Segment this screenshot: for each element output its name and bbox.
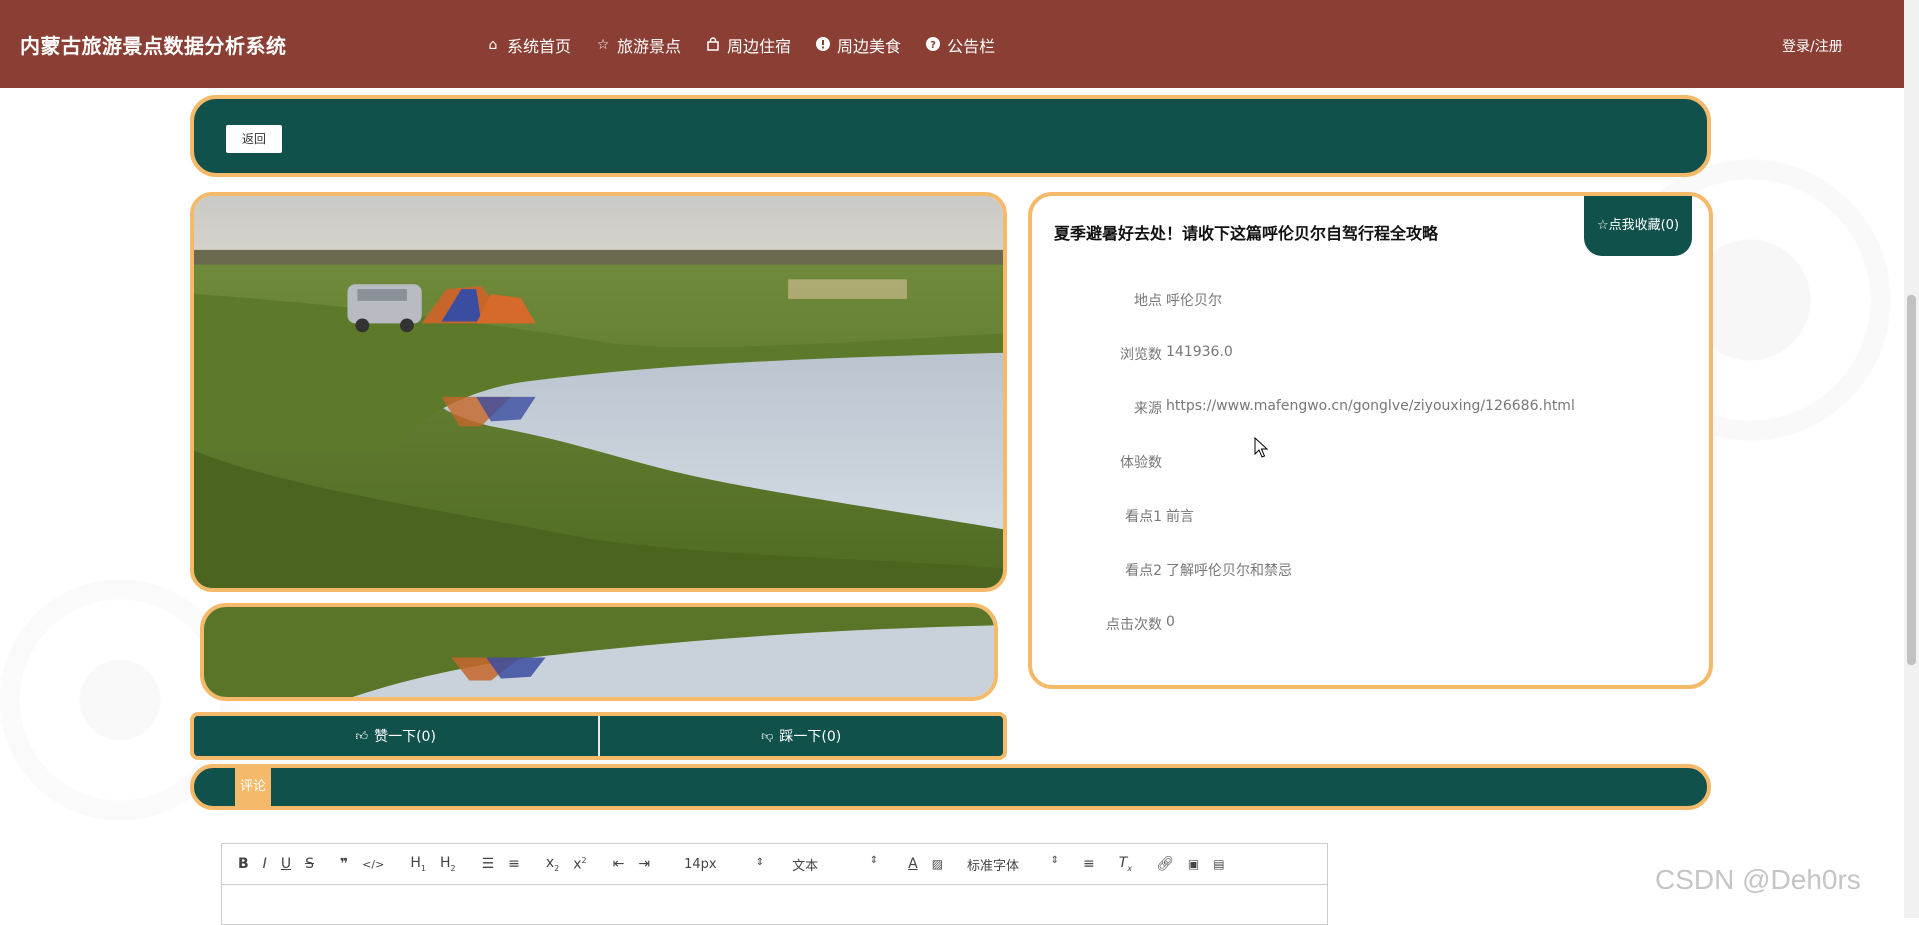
comment-section-bar: 评论	[190, 764, 1711, 810]
font-color-icon[interactable]: A	[908, 856, 918, 872]
block-type-value: 文本	[792, 858, 819, 874]
favorite-button[interactable]: ☆点我收藏(0)	[1584, 196, 1692, 256]
info-value: 了解呼伦贝尔和禁忌	[1166, 563, 1292, 579]
dislike-label: 踩一下(0)	[779, 729, 842, 745]
reflection-photo	[204, 607, 994, 697]
csdn-watermark: CSDN @Deh0rs	[1655, 864, 1861, 895]
info-label: 看点1	[1125, 509, 1162, 525]
nav-food-label: 周边美食	[837, 37, 902, 56]
nav-home-label: 系统首页	[507, 37, 572, 56]
font-size-value: 14px	[684, 856, 717, 872]
info-row-clicks: 点击次数 0	[1032, 614, 1672, 634]
info-row-source: 来源 https://www.mafengwo.cn/gonglve/ziyou…	[1032, 398, 1672, 418]
heading1-icon[interactable]: H1	[410, 855, 426, 873]
select-arrows-icon: ⇕	[755, 856, 765, 868]
alert-icon	[815, 37, 831, 53]
select-arrows-icon: ⇕	[1050, 854, 1060, 866]
outdent-icon[interactable]: ⇤	[613, 856, 625, 872]
superscript-icon[interactable]: x2	[573, 856, 586, 873]
blockquote-icon[interactable]: ❞	[340, 856, 348, 872]
background-color-icon[interactable]: ▨	[932, 857, 943, 871]
select-arrows-icon: ⇕	[869, 854, 879, 866]
block-type-select[interactable]: 文本 ⇕	[792, 855, 878, 874]
subscript-icon[interactable]: x2	[546, 855, 559, 873]
source-link[interactable]: https://www.mafengwo.cn/gonglve/ziyouxin…	[1166, 398, 1575, 414]
thumbs-down-icon: 👎︎	[761, 728, 774, 743]
grassland-lake-photo	[194, 196, 1003, 588]
like-label: 赞一下(0)	[374, 729, 436, 745]
link-icon[interactable]: 🔗︎	[1156, 856, 1174, 872]
top-navbar: 内蒙古旅游景点数据分析系统 ⌂ 系统首页 ☆ 旅游景点 周边住宿 周边美食 ? …	[0, 0, 1904, 88]
info-label: 地点	[1134, 293, 1162, 309]
info-label: 点击次数	[1106, 617, 1162, 633]
indent-icon[interactable]: ⇥	[638, 856, 650, 872]
code-block-icon[interactable]: </>	[362, 858, 384, 871]
font-family-select[interactable]: 标准字体 ⇕	[967, 855, 1059, 874]
image-icon[interactable]: ▣	[1188, 857, 1199, 871]
strikethrough-icon[interactable]: S	[305, 856, 314, 872]
thumbs-up-icon: 👍︎	[355, 728, 369, 743]
video-icon[interactable]: ▤	[1213, 857, 1224, 871]
scrollbar-thumb[interactable]	[1907, 295, 1916, 665]
info-value: 141936.0	[1166, 344, 1233, 360]
attraction-main-image	[190, 192, 1007, 592]
italic-icon[interactable]: I	[263, 856, 267, 872]
nav-notice-label: 公告栏	[947, 37, 996, 56]
bold-icon[interactable]: B	[238, 856, 249, 872]
nav-attractions-label: 旅游景点	[617, 37, 682, 56]
nav-attractions[interactable]: ☆ 旅游景点	[595, 33, 681, 57]
editor-toolbar: B I U S ❞ </> H1 H2 ☰ ≡ x2 x2 ⇤ ⇥ 14px ⇕…	[222, 844, 1327, 885]
site-title: 内蒙古旅游景点数据分析系统	[20, 34, 287, 58]
info-value: 0	[1166, 614, 1175, 630]
font-size-select[interactable]: 14px ⇕	[684, 857, 764, 872]
login-register-link[interactable]: 登录/注册	[1782, 36, 1843, 56]
clear-format-icon[interactable]: Tx	[1119, 855, 1132, 873]
mouse-cursor-icon	[1254, 437, 1268, 458]
page-scrollbar[interactable]	[1904, 0, 1919, 918]
info-row-location: 地点 呼伦贝尔	[1032, 290, 1672, 310]
info-label: 体验数	[1120, 455, 1162, 471]
help-icon: ?	[925, 37, 941, 53]
info-row-views: 浏览数 141936.0	[1032, 344, 1672, 364]
star-icon: ☆	[596, 37, 610, 53]
home-icon: ⌂	[488, 37, 498, 53]
nav-food[interactable]: 周边美食	[815, 33, 901, 57]
bag-icon	[705, 37, 721, 53]
comment-editor[interactable]: B I U S ❞ </> H1 H2 ☰ ≡ x2 x2 ⇤ ⇥ 14px ⇕…	[221, 843, 1328, 925]
info-label: 浏览数	[1120, 347, 1162, 363]
nav-home[interactable]: ⌂ 系统首页	[485, 33, 571, 57]
dislike-button[interactable]: 👎︎ 踩一下(0)	[597, 716, 1004, 756]
heading2-icon[interactable]: H2	[440, 855, 456, 873]
info-row-highlight2: 看点2 了解呼伦贝尔和禁忌	[1032, 560, 1672, 580]
main-nav: ⌂ 系统首页 ☆ 旅游景点 周边住宿 周边美食 ? 公告栏	[485, 33, 1019, 57]
info-row-highlight1: 看点1 前言	[1032, 506, 1672, 526]
nav-lodging-label: 周边住宿	[727, 37, 792, 56]
like-button[interactable]: 👍︎ 赞一下(0)	[194, 716, 598, 756]
bullet-list-icon[interactable]: ≡	[508, 856, 520, 872]
ordered-list-icon[interactable]: ☰	[482, 856, 495, 872]
svg-text:?: ?	[930, 40, 936, 51]
info-label: 看点2	[1125, 563, 1162, 579]
back-button[interactable]: 返回	[226, 125, 282, 153]
underline-icon[interactable]: U	[281, 856, 291, 872]
align-icon[interactable]: ≡	[1083, 856, 1095, 872]
info-label: 来源	[1134, 401, 1162, 417]
info-row-experience: 体验数	[1032, 452, 1672, 472]
vote-bar: 👍︎ 赞一下(0) 👎︎ 踩一下(0)	[190, 712, 1007, 760]
back-panel: 返回	[190, 95, 1711, 177]
nav-notice[interactable]: ? 公告栏	[925, 33, 995, 57]
info-value: 前言	[1166, 509, 1194, 525]
nav-lodging[interactable]: 周边住宿	[705, 33, 791, 57]
attraction-info-card: 夏季避暑好去处！请收下这篇呼伦贝尔自驾行程全攻略 ☆点我收藏(0) 地点 呼伦贝…	[1028, 192, 1713, 689]
comment-tab[interactable]: 评论	[235, 764, 271, 810]
info-value: 呼伦贝尔	[1166, 293, 1222, 309]
attraction-thumbnail[interactable]	[200, 603, 998, 701]
font-family-value: 标准字体	[967, 858, 1020, 874]
attraction-title: 夏季避暑好去处！请收下这篇呼伦贝尔自驾行程全攻略	[1054, 224, 1439, 243]
